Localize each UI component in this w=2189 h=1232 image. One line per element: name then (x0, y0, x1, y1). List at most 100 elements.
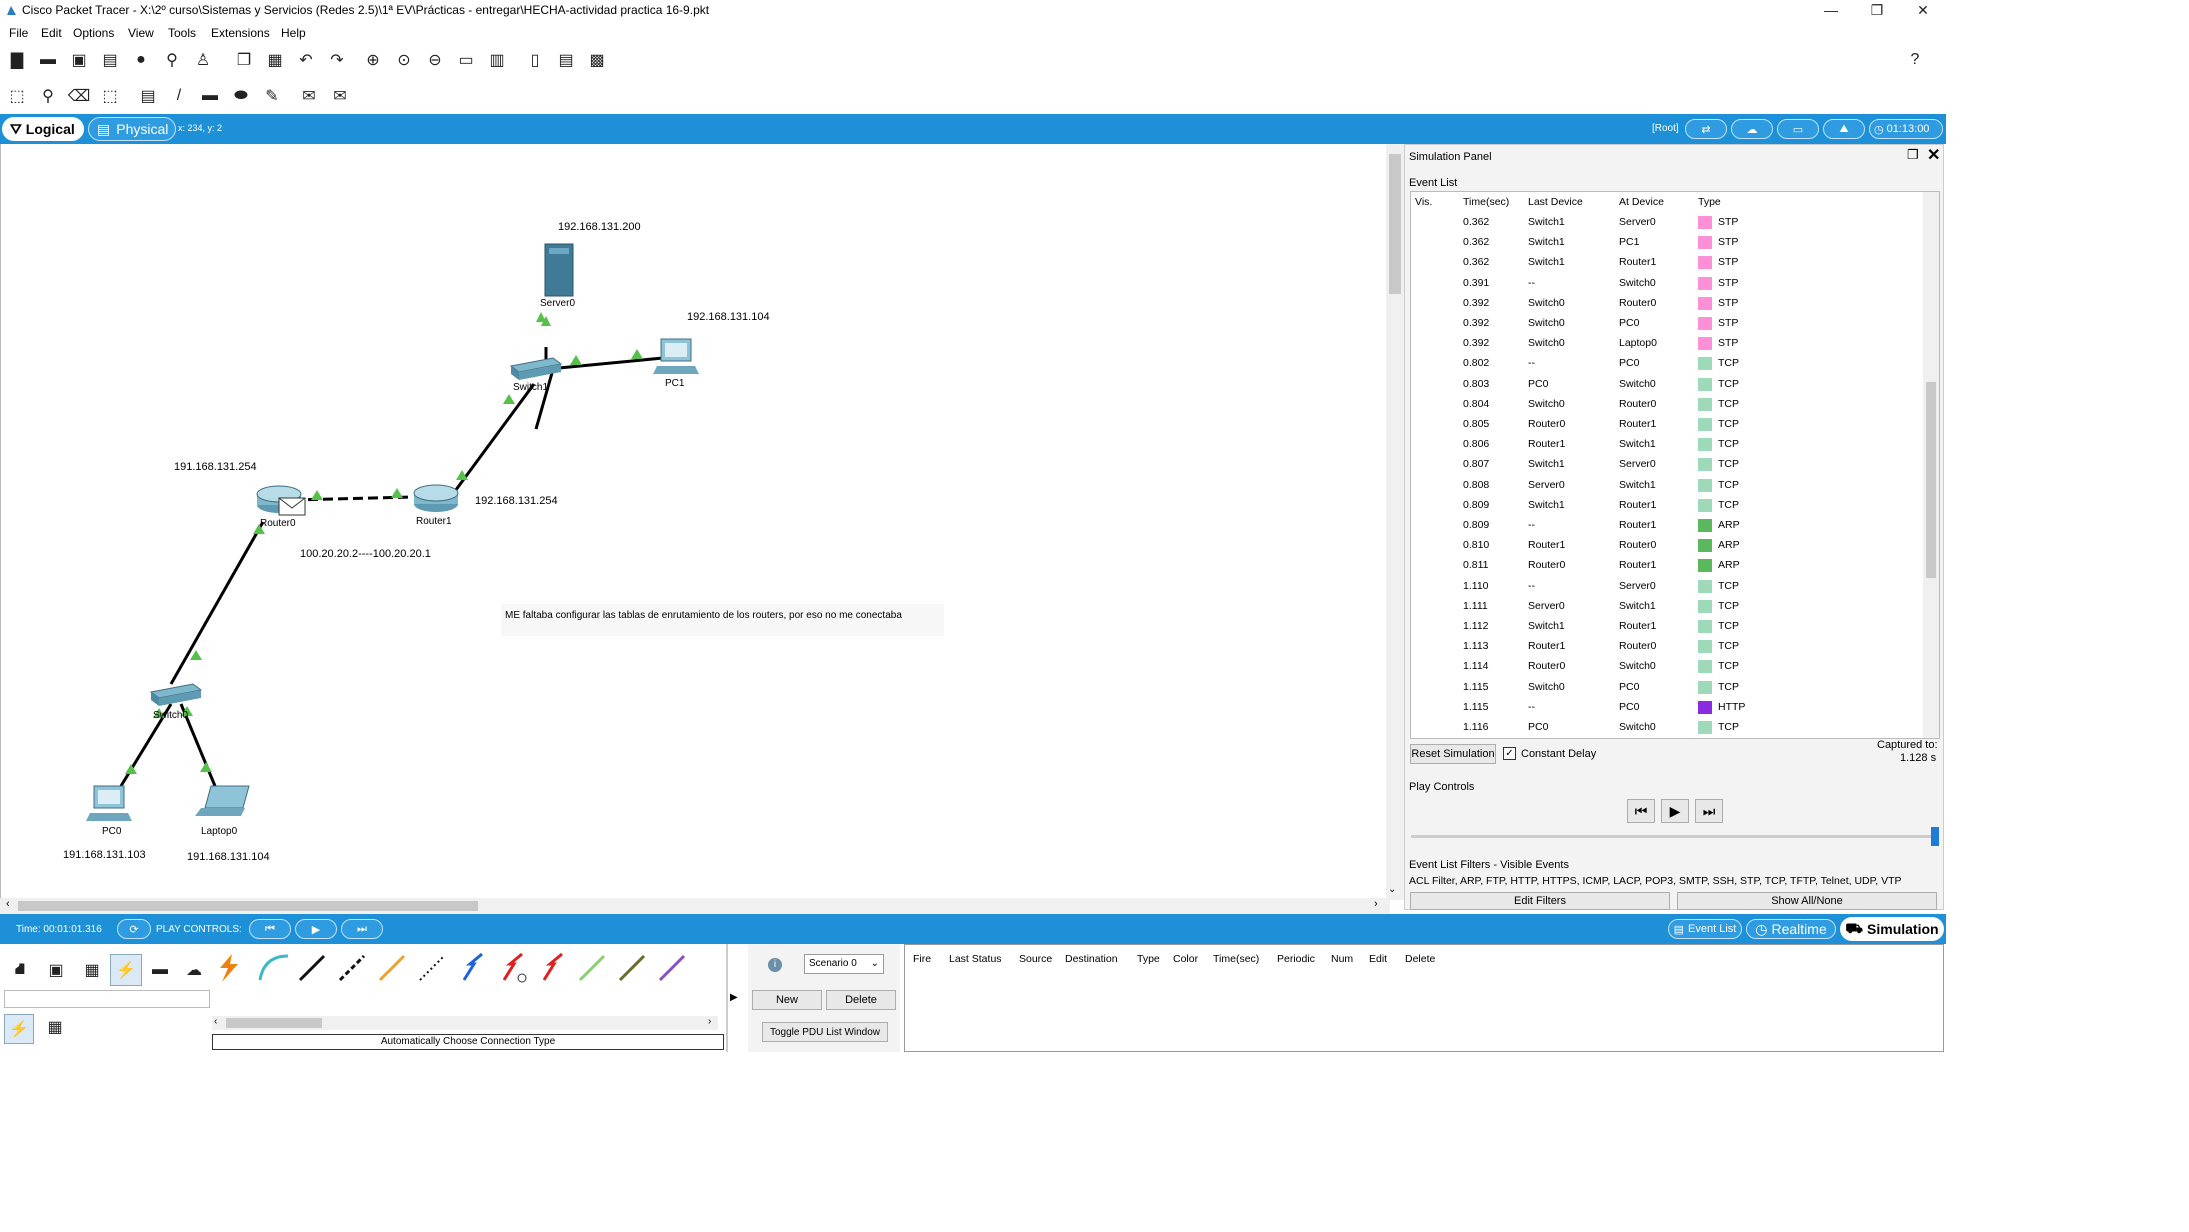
conn-scroll-right-icon[interactable]: › (708, 1016, 711, 1027)
bottom-back-icon[interactable]: ⏮ (249, 919, 291, 939)
event-row[interactable]: 1.113 Router1 Router0 TCP (1411, 636, 1921, 656)
straight-through-cable-icon[interactable] (298, 954, 326, 982)
auto-connection-icon[interactable]: ⚡ (4, 1014, 34, 1044)
power-cycle-icon[interactable]: ⟳ (117, 919, 151, 939)
vertical-scroll-thumb[interactable] (1389, 154, 1401, 294)
navigation-icon[interactable]: ⇄ (1685, 119, 1727, 139)
conn-scroll-left-icon[interactable]: ‹ (214, 1016, 217, 1027)
event-row[interactable]: 0.809 -- Router1 ARP (1411, 515, 1921, 535)
bottom-play-icon[interactable]: ▶ (295, 919, 337, 939)
device-search-input[interactable] (4, 990, 210, 1008)
serial-dce-cable-icon[interactable] (542, 952, 563, 981)
open-folder-icon[interactable]: ▬ (37, 49, 59, 71)
event-row[interactable]: 0.810 Router1 Router0 ARP (1411, 535, 1921, 555)
copy-icon[interactable]: ❐ (233, 49, 255, 71)
menu-file[interactable]: File (9, 26, 28, 40)
activity-wizard-icon[interactable]: ♙ (192, 49, 214, 71)
info-icon[interactable]: i (768, 958, 782, 972)
simple-pdu-icon[interactable]: ✉ (298, 85, 320, 107)
event-row[interactable]: 0.362 Switch1 PC1 STP (1411, 232, 1921, 252)
viewport-toggle-icon[interactable]: ▭ (1777, 119, 1819, 139)
event-list-scroll-thumb[interactable] (1926, 382, 1936, 578)
environment-icon[interactable]: ⛰ (1823, 119, 1865, 139)
event-row[interactable]: 1.111 Server0 Switch1 TCP (1411, 596, 1921, 616)
multiuser-icon[interactable]: ☁ (180, 956, 208, 984)
event-list-scrollbar[interactable] (1923, 192, 1939, 738)
event-row[interactable]: 0.391 -- Switch0 STP (1411, 273, 1921, 293)
print-icon[interactable]: ▤ (99, 49, 121, 71)
event-row[interactable]: 0.362 Switch1 Router1 STP (1411, 252, 1921, 272)
set-tiled-background-icon[interactable]: ☁ (1731, 119, 1773, 139)
play-speed-handle[interactable] (1931, 827, 1939, 846)
help-icon[interactable]: ? (1904, 49, 1926, 71)
bottom-forward-icon[interactable]: ⏭ (341, 919, 383, 939)
menu-extensions[interactable]: Extensions (211, 26, 270, 40)
scroll-left-icon[interactable]: ‹ (6, 898, 10, 910)
components-icon[interactable]: ▦ (78, 956, 106, 984)
event-row[interactable]: 0.804 Switch0 Router0 TCP (1411, 394, 1921, 414)
physical-tab[interactable]: ▤ Physical (88, 117, 176, 141)
select-icon[interactable]: ⬚ (6, 85, 28, 107)
rollover-cable-icon[interactable] (378, 954, 406, 982)
connection-scrollbar[interactable]: ‹ › (212, 1016, 718, 1030)
event-row[interactable]: 0.392 Switch0 Router0 STP (1411, 293, 1921, 313)
end-devices-icon[interactable]: ▣ (42, 956, 70, 984)
event-row[interactable]: 0.392 Switch0 PC0 STP (1411, 313, 1921, 333)
iot-cable-icon[interactable] (658, 954, 686, 982)
resize-icon[interactable]: ⬚ (99, 85, 121, 107)
event-row[interactable]: 0.805 Router0 Router1 TCP (1411, 414, 1921, 434)
auto-connection-type-icon[interactable] (220, 954, 238, 982)
horizontal-scroll-thumb[interactable] (18, 901, 478, 911)
event-row[interactable]: 1.112 Switch1 Router1 TCP (1411, 616, 1921, 636)
ellipse-icon[interactable]: ⬬ (230, 85, 252, 107)
serial-dte-cable-icon[interactable] (578, 954, 606, 982)
play-speed-slider[interactable] (1411, 827, 1939, 846)
close-button[interactable]: ✕ (1900, 0, 1946, 22)
paste-icon[interactable]: ▦ (264, 49, 286, 71)
menu-tools[interactable]: Tools (168, 26, 196, 40)
note-text[interactable]: ME faltaba configurar las tablas de enru… (501, 604, 944, 636)
conn-scroll-thumb[interactable] (226, 1018, 322, 1028)
phone-cable-icon[interactable] (462, 952, 483, 981)
new-scenario-button[interactable]: New (752, 990, 822, 1010)
viewport-icon[interactable]: ▤ (555, 49, 577, 71)
event-row[interactable]: 0.807 Switch1 Server0 TCP (1411, 454, 1921, 474)
scroll-down-icon[interactable]: ⌄ (1388, 884, 1396, 895)
play-button[interactable]: ▶ (1661, 799, 1689, 823)
event-row[interactable]: 0.809 Switch1 Router1 TCP (1411, 495, 1921, 515)
pc0-device[interactable] (86, 785, 132, 821)
note-icon[interactable]: ▤ (137, 85, 159, 107)
event-row[interactable]: 1.115 Switch0 PC0 TCP (1411, 677, 1921, 697)
collapse-arrow-icon[interactable]: ▶ (730, 992, 738, 1003)
minimize-button[interactable]: — (1808, 0, 1854, 22)
octal-cable-icon[interactable] (618, 954, 646, 982)
event-row[interactable]: 0.811 Router0 Router1 ARP (1411, 555, 1921, 575)
zoom-in-icon[interactable]: ⊕ (362, 49, 384, 71)
freeform-icon[interactable]: ✎ (261, 85, 283, 107)
event-row[interactable]: 0.808 Server0 Switch1 TCP (1411, 475, 1921, 495)
event-row[interactable]: 0.392 Switch0 Laptop0 STP (1411, 333, 1921, 353)
event-row[interactable]: 1.114 Router0 Switch0 TCP (1411, 656, 1921, 676)
reset-simulation-button[interactable]: Reset Simulation (1410, 744, 1496, 764)
save-icon[interactable]: ▣ (68, 49, 90, 71)
connections-icon[interactable]: ⚡ (110, 954, 142, 986)
scenario-select[interactable]: Scenario 0 ⌄ (804, 954, 884, 974)
menu-options[interactable]: Options (73, 26, 114, 40)
crossover-cable-icon[interactable] (338, 954, 366, 982)
network-devices-icon[interactable]: ⛘ (6, 956, 34, 984)
server0-device[interactable] (544, 243, 574, 297)
maximize-button[interactable]: ❐ (1854, 0, 1900, 22)
pdu-envelope-icon[interactable] (278, 497, 306, 516)
zoom-out-icon[interactable]: ⊖ (424, 49, 446, 71)
show-all-none-button[interactable]: Show All/None (1677, 892, 1937, 910)
step-forward-button[interactable]: ⏭ (1695, 799, 1723, 823)
zoom-reset-icon[interactable]: ⊙ (393, 49, 415, 71)
grid-icon[interactable]: ▦ (44, 1016, 66, 1038)
switch1-device[interactable] (509, 357, 563, 380)
event-row[interactable]: 1.116 PC0 Switch0 TCP (1411, 717, 1921, 737)
realtime-tab[interactable]: ◷ Realtime (1746, 919, 1836, 939)
menu-help[interactable]: Help (281, 26, 306, 40)
scroll-right-icon[interactable]: › (1374, 898, 1378, 910)
laptop0-device[interactable] (195, 785, 250, 816)
custom-devices-icon[interactable]: ▥ (486, 49, 508, 71)
